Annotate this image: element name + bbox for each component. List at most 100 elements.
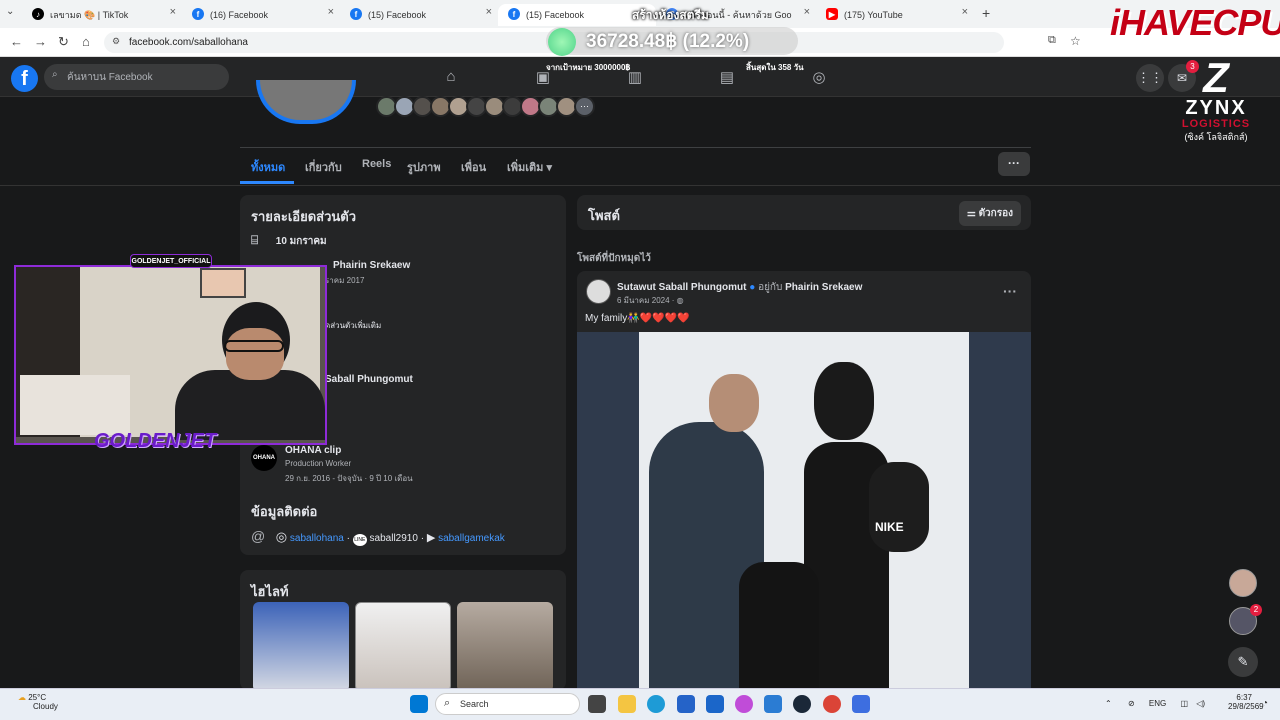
sponsor-name: ZYNX (1185, 97, 1247, 119)
tab-list-icon[interactable]: ⌄ (6, 6, 14, 17)
post-with-label: อยู่กับ (758, 282, 783, 293)
forward-icon[interactable]: → (34, 34, 47, 49)
close-icon[interactable]: × (804, 6, 810, 18)
windows-start-icon[interactable] (410, 695, 428, 713)
instagram-link[interactable]: saballohana (290, 533, 344, 544)
family-member[interactable]: Saball Phungomut (325, 374, 413, 385)
father-head (709, 374, 759, 432)
highlight-thumbnail[interactable] (355, 602, 451, 692)
webcam-tag: GOLDENJET_OFFICIAL (130, 254, 212, 268)
youtube-icon: ▶ (826, 8, 838, 20)
app-icon[interactable] (852, 695, 870, 713)
notification-icon[interactable]: ◔ (1262, 698, 1268, 709)
menu-grid-icon[interactable]: ⋮⋮ (1136, 64, 1164, 92)
close-icon[interactable]: × (962, 6, 968, 18)
sponsor-thai: (ซิงค์ โลจิสติกส์) (1184, 132, 1248, 142)
weather-widget[interactable]: ☁ 25°C Cloudy (18, 693, 58, 711)
copilot-icon[interactable] (735, 695, 753, 713)
groups-nav-icon[interactable]: ◎ (810, 68, 828, 86)
home-nav-icon[interactable]: ⌂ (442, 68, 460, 86)
work-logo[interactable]: OHANA (251, 445, 277, 471)
post-author[interactable]: Sutawut Saball Phungomut (617, 282, 746, 293)
clock-date: 29/8/2569 (1228, 702, 1264, 711)
tab-reels[interactable]: Reels (362, 158, 391, 170)
brand-logo: iHAVECPU (1110, 2, 1280, 43)
birthday-text: 10 มกราคม (275, 236, 327, 247)
friend-avatars-row[interactable]: ··· (376, 96, 595, 117)
network-icon[interactable]: ⊘ (1128, 699, 1135, 708)
profile-more-button[interactable]: ··· (998, 152, 1030, 176)
more-friends-icon[interactable]: ··· (574, 96, 595, 117)
new-tab-button[interactable]: + (982, 5, 990, 21)
tab-all[interactable]: ทั้งหมด (251, 158, 285, 176)
edge-icon[interactable] (647, 695, 665, 713)
close-icon[interactable]: × (170, 6, 176, 18)
steam-icon[interactable] (793, 695, 811, 713)
browser-tab-tiktok[interactable]: ♪ เลขามด 🎨 | TikTok × (22, 4, 182, 26)
tab-friends[interactable]: เพื่อน (461, 158, 486, 176)
search-icon: ⌕ (444, 697, 451, 709)
chevron-up-icon[interactable]: ⌃ (1105, 699, 1112, 708)
close-icon[interactable]: × (486, 6, 492, 18)
reload-icon[interactable]: ↻ (58, 34, 69, 50)
volume-icon[interactable]: ◁) (1196, 699, 1205, 708)
facebook-search-input[interactable]: ⌕ ค้นหาบน Facebook (44, 64, 229, 90)
install-icon[interactable]: ⧉ (1048, 34, 1056, 47)
close-icon[interactable]: × (328, 6, 334, 18)
post-with-name[interactable]: Phairin Srekaew (785, 282, 862, 293)
facebook-icon: f (350, 8, 362, 20)
tab-photos[interactable]: รูปภาพ (407, 158, 441, 176)
post-author-avatar[interactable] (586, 279, 611, 304)
new-message-icon[interactable]: ✎ (1228, 647, 1258, 677)
home-icon[interactable]: ⌂ (82, 34, 90, 49)
taskbar-search-input[interactable]: ⌕ Search (435, 693, 580, 715)
youtube-link[interactable]: saballgamekak (438, 533, 505, 544)
post-date[interactable]: 6 มีนาคม 2024 · (617, 296, 677, 305)
facebook-logo-icon[interactable]: f (11, 65, 38, 92)
work-title[interactable]: OHANA clip (285, 445, 341, 456)
profile-avatar[interactable] (256, 80, 356, 124)
child-figure (739, 562, 819, 690)
tab-label: เลขามด 🎨 | TikTok (50, 10, 129, 20)
baby-figure (869, 462, 929, 552)
birthday-cake-icon: ⌸ (251, 233, 259, 247)
browser-tab-youtube[interactable]: ▶ (175) YouTube × (816, 4, 974, 26)
post-text: My family👫❤️❤️❤️❤️ (585, 313, 690, 324)
post-date-row: 6 มีนาคม 2024 · ◍ (617, 294, 684, 307)
language-indicator[interactable]: ENG (1149, 699, 1166, 708)
task-view-icon[interactable] (588, 695, 606, 713)
outlook-icon[interactable] (764, 695, 782, 713)
chat-head-avatar[interactable] (1229, 569, 1257, 597)
back-icon[interactable]: ← (10, 34, 23, 49)
wifi-icon[interactable]: ◫ (1180, 699, 1188, 708)
balance-overlay: 36728.48฿ (12.2%) (546, 27, 798, 55)
relationship-text[interactable]: Phairin Srekaew (333, 260, 410, 271)
relationship-row[interactable]: Phairin Srekaew (333, 260, 410, 271)
browser-tab-facebook-15[interactable]: f (15) Facebook × (340, 4, 498, 26)
store-nav-icon[interactable]: ▤ (718, 68, 736, 86)
highlight-thumbnail[interactable] (457, 602, 553, 692)
more-details-link[interactable]: ดส่วนตัวเพิ่มเติม (325, 319, 381, 332)
highlight-thumbnail[interactable] (253, 602, 349, 692)
chrome-icon[interactable] (823, 695, 841, 713)
store-icon[interactable] (706, 695, 724, 713)
bookmark-star-icon[interactable]: ☆ (1070, 34, 1081, 48)
instagram-icon: ◎ (275, 529, 288, 544)
filter-button[interactable]: ⚌ ตัวกรอง (958, 201, 1021, 226)
browser-tab-facebook-16[interactable]: f (16) Facebook × (182, 4, 340, 26)
app-icon[interactable] (677, 695, 695, 713)
separator: · (346, 533, 350, 544)
post-header: Sutawut Saball Phungomut ● อยู่กับ Phair… (617, 280, 862, 295)
taskbar-clock[interactable]: 6:37 29/8/2569 (1228, 693, 1264, 711)
tab-about[interactable]: เกี่ยวกับ (305, 158, 342, 176)
tab-more[interactable]: เพิ่มเติม ▾ (507, 158, 552, 176)
windows-taskbar (0, 688, 1280, 720)
streamer-glasses (224, 340, 284, 352)
search-placeholder: ค้นหาบน Facebook (67, 72, 153, 83)
post-more-icon[interactable]: ··· (1003, 283, 1017, 299)
family-photo[interactable]: NIKE (639, 332, 969, 690)
donation-goal-text: จากเป้าหมาย 3000000฿ (546, 63, 631, 72)
file-explorer-icon[interactable] (618, 695, 636, 713)
work-role: Production Worker (285, 459, 352, 468)
site-info-icon[interactable]: ⚙ (112, 36, 120, 47)
